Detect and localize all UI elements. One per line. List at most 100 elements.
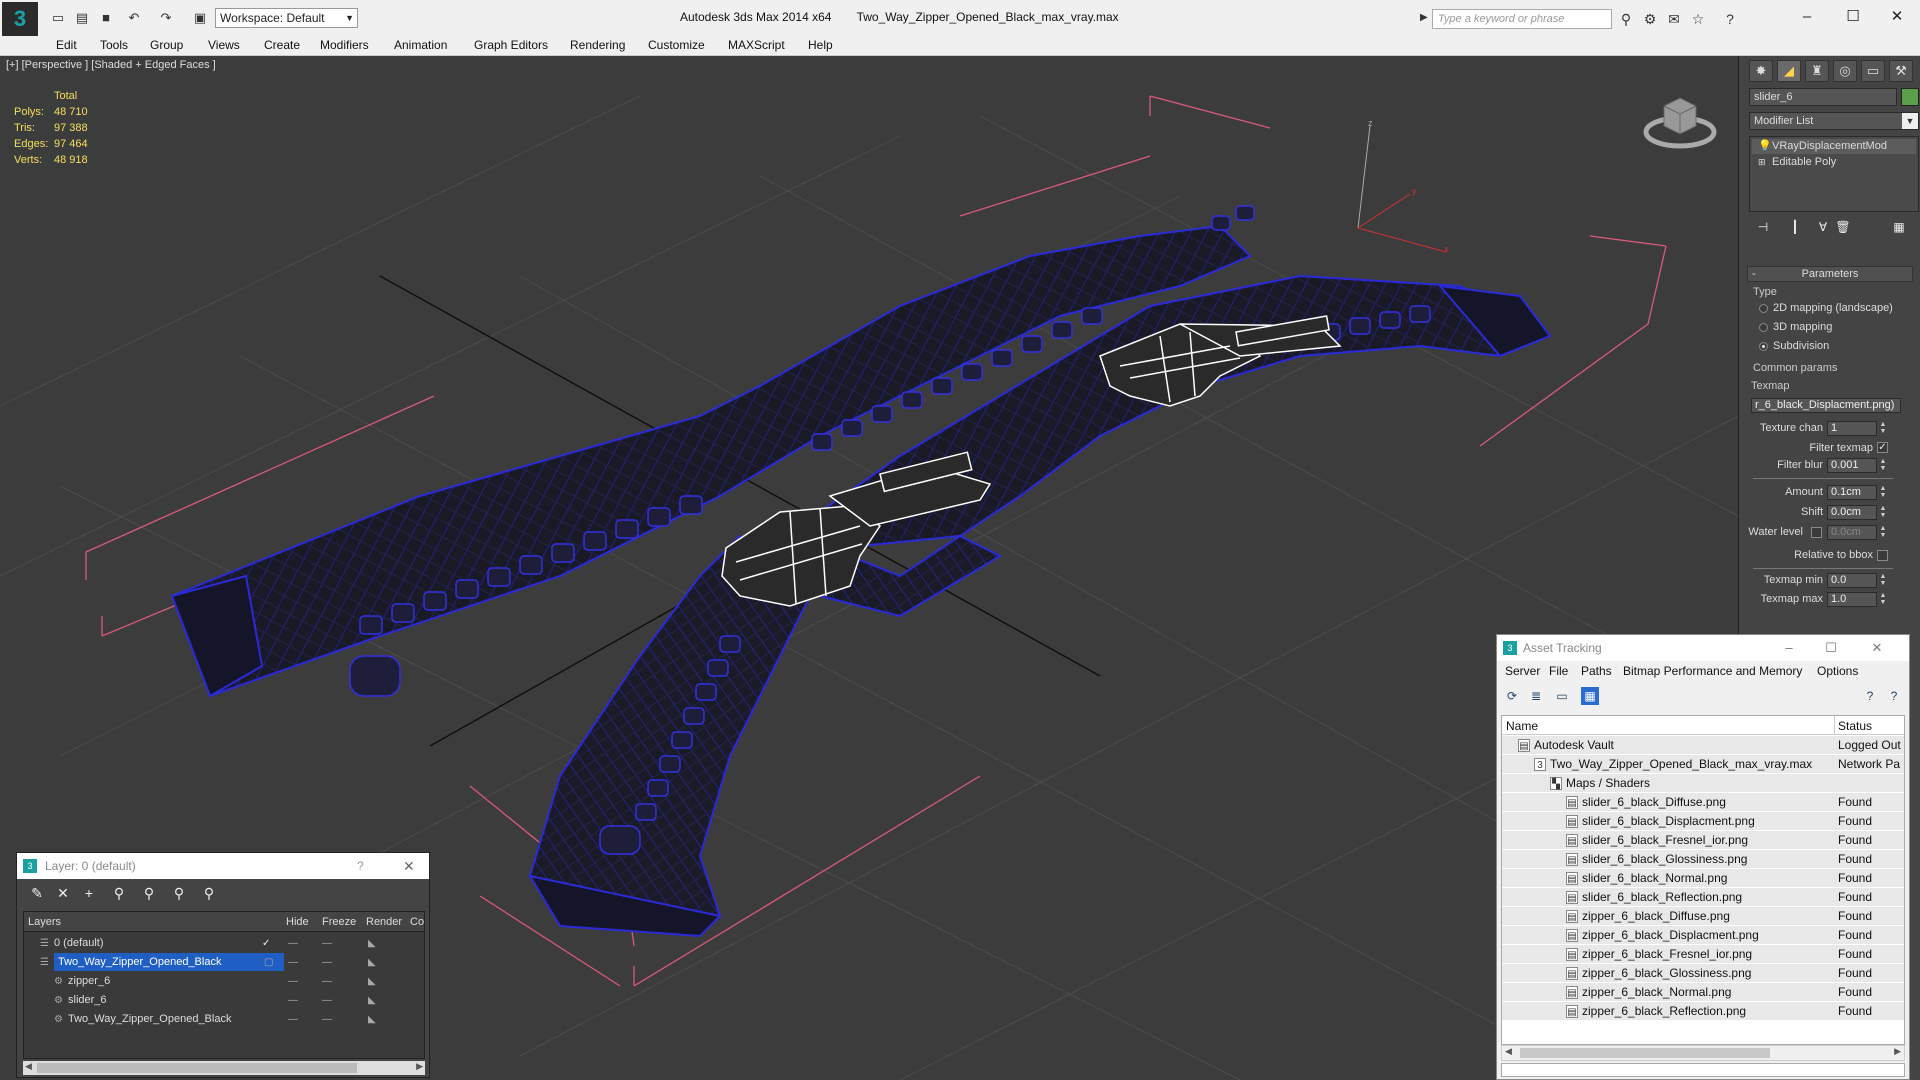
menu-group[interactable]: Group <box>150 38 183 52</box>
stack-item-editable-poly[interactable]: ⊞ Editable Poly <box>1752 155 1916 170</box>
freeze-all-icon[interactable]: ⚲ <box>199 884 219 902</box>
expand-plus-icon[interactable]: ⊞ <box>1758 155 1766 170</box>
water-level-input[interactable]: 0.0cm <box>1827 525 1877 540</box>
asset-row[interactable]: ▤ zipper_6_black_Displacment.png Found <box>1502 926 1904 945</box>
menu-maxscript[interactable]: MAXScript <box>728 38 785 52</box>
scroll-left-icon[interactable]: ◀ <box>25 1061 32 1072</box>
search-expand-icon[interactable]: ▶ <box>1420 12 1428 23</box>
asset-row[interactable]: ▚ Maps / Shaders <box>1502 774 1904 793</box>
add-to-layer-icon[interactable]: + <box>79 884 99 902</box>
utilities-tab-icon[interactable]: ⚒ <box>1889 60 1913 82</box>
scroll-right-icon[interactable]: ▶ <box>1894 1046 1901 1057</box>
hide-toggle-icon[interactable]: — <box>288 991 298 1010</box>
binoculars-icon[interactable]: ⚲ <box>1616 9 1636 29</box>
horizontal-scrollbar[interactable]: ◀ ▶ <box>1501 1045 1905 1061</box>
workspace-dropdown[interactable]: Workspace: Default ▼ <box>215 8 358 28</box>
menu-modifiers[interactable]: Modifiers <box>320 38 369 52</box>
create-tab-icon[interactable]: ✸ <box>1749 60 1773 82</box>
lightbulb-icon[interactable]: 💡 <box>1758 139 1772 154</box>
subscription-icon[interactable]: ⚙ <box>1640 9 1660 29</box>
hide-all-icon[interactable]: ⚲ <box>169 884 189 902</box>
menu-server[interactable]: Server <box>1505 664 1540 678</box>
spinner-icon[interactable]: ▲ ▼ <box>1879 505 1887 520</box>
new-layer-icon[interactable]: ✎ <box>27 884 47 902</box>
render-toggle-icon[interactable]: ◣ <box>368 934 376 953</box>
menu-create[interactable]: Create <box>264 38 300 52</box>
stack-item-vraydisplacement[interactable]: 💡 VRayDisplacementMod <box>1752 139 1916 154</box>
open-file-icon[interactable]: ▤ <box>72 9 92 27</box>
table-view-icon[interactable]: ▦ <box>1581 687 1599 705</box>
shift-input[interactable]: 0.0cm <box>1827 505 1877 520</box>
help-button[interactable]: ? <box>357 853 364 879</box>
render-toggle-icon[interactable]: ◣ <box>368 1010 376 1029</box>
asset-row[interactable]: ▤ slider_6_black_Normal.png Found <box>1502 869 1904 888</box>
redo-icon[interactable]: ↷ <box>156 9 176 27</box>
menu-options[interactable]: Options <box>1817 664 1858 678</box>
close-button[interactable]: ✕ <box>1857 635 1897 661</box>
search-input[interactable]: Type a keyword or phrase <box>1432 9 1612 29</box>
asset-tracking-titlebar[interactable]: 3 Asset Tracking – ☐ ✕ <box>1497 635 1909 661</box>
asset-row[interactable]: ▤ zipper_6_black_Diffuse.png Found <box>1502 907 1904 926</box>
show-end-result-icon[interactable]: ┃ <box>1785 220 1805 238</box>
radio-subdivision[interactable]: Subdivision <box>1757 340 1829 352</box>
menu-tools[interactable]: Tools <box>100 38 128 52</box>
scroll-right-icon[interactable]: ▶ <box>416 1061 423 1072</box>
make-unique-icon[interactable]: ∀ <box>1813 220 1833 238</box>
menu-edit[interactable]: Edit <box>56 38 77 52</box>
freeze-toggle-icon[interactable]: — <box>322 972 332 991</box>
asset-row[interactable]: ▤ slider_6_black_Displacment.png Found <box>1502 812 1904 831</box>
current-layer-check-icon[interactable]: ✓ <box>262 934 270 953</box>
undo-icon[interactable]: ↶ <box>124 9 144 27</box>
column-status-header[interactable]: Status <box>1838 719 1872 733</box>
layer-row[interactable]: ⚙ slider_6 — — ◣ <box>24 991 424 1010</box>
parameters-rollout-header[interactable]: - Parameters <box>1747 266 1913 282</box>
asset-row[interactable]: ▤ slider_6_black_Diffuse.png Found <box>1502 793 1904 812</box>
hierarchy-tab-icon[interactable]: ♜ <box>1805 60 1829 82</box>
layer-manager-titlebar[interactable]: 3 Layer: 0 (default) ? ✕ <box>17 853 429 879</box>
list-view-icon[interactable]: ≣ <box>1527 687 1545 705</box>
configure-modifier-sets-icon[interactable]: ▦ <box>1889 220 1909 238</box>
object-name-field[interactable]: slider_6 <box>1749 88 1897 106</box>
freeze-toggle-icon[interactable]: — <box>322 991 332 1010</box>
column-layers-header[interactable]: Layers <box>28 916 61 928</box>
asset-row[interactable]: ▤ zipper_6_black_Glossiness.png Found <box>1502 964 1904 983</box>
relative-bbox-checkbox[interactable] <box>1877 550 1888 561</box>
column-render-header[interactable]: Render <box>366 916 402 928</box>
pin-stack-icon[interactable]: ⊣ <box>1753 220 1773 238</box>
hide-toggle-icon[interactable]: — <box>288 953 298 972</box>
remove-modifier-icon[interactable]: 🗑 <box>1833 220 1853 238</box>
menu-graph-editors[interactable]: Graph Editors <box>474 38 548 52</box>
texmap-button[interactable]: r_6_black_Displacment.png) <box>1751 398 1901 413</box>
thumbnail-view-icon[interactable]: ▭ <box>1553 687 1571 705</box>
column-freeze-header[interactable]: Freeze <box>322 916 356 928</box>
layer-row[interactable]: ☰ Two_Way_Zipper_Opened_Black ▢ — — ◣ <box>24 953 424 972</box>
help-filter-icon[interactable]: ? <box>1885 687 1903 705</box>
freeze-toggle-icon[interactable]: — <box>322 953 332 972</box>
project-folder-icon[interactable]: ▣ <box>190 9 210 27</box>
modifier-list-dropdown[interactable]: Modifier List ▼ <box>1749 112 1919 130</box>
column-hide-header[interactable]: Hide <box>286 916 309 928</box>
render-toggle-icon[interactable]: ◣ <box>368 972 376 991</box>
menu-rendering[interactable]: Rendering <box>570 38 625 52</box>
spinner-icon[interactable]: ▲ ▼ <box>1879 485 1887 500</box>
asset-row[interactable]: ▤ zipper_6_black_Normal.png Found <box>1502 983 1904 1002</box>
spinner-icon[interactable]: ▲ ▼ <box>1879 592 1887 607</box>
help-icon[interactable]: ? <box>1720 9 1740 29</box>
minimize-button[interactable]: – <box>1784 4 1830 30</box>
display-tab-icon[interactable]: ▭ <box>1861 60 1885 82</box>
modify-tab-icon[interactable]: ◢ <box>1777 60 1801 82</box>
app-logo-icon[interactable]: 3 <box>2 2 38 38</box>
close-button[interactable]: ✕ <box>403 853 415 879</box>
save-file-icon[interactable]: ■ <box>96 9 116 27</box>
layer-row[interactable]: ☰ 0 (default) ✓ — — ◣ <box>24 934 424 953</box>
menu-views[interactable]: Views <box>208 38 240 52</box>
highlight-layer-icon[interactable]: ⚲ <box>139 884 159 902</box>
column-color-header[interactable]: Co <box>410 916 424 928</box>
amount-input[interactable]: 0.1cm <box>1827 485 1877 500</box>
maximize-button[interactable]: ☐ <box>1830 4 1876 30</box>
asset-row[interactable]: 3 Two_Way_Zipper_Opened_Black_max_vray.ma… <box>1502 755 1904 774</box>
spinner-icon[interactable]: ▲ ▼ <box>1879 525 1887 540</box>
menu-help[interactable]: Help <box>808 38 833 52</box>
asset-row[interactable]: ▤ slider_6_black_Reflection.png Found <box>1502 888 1904 907</box>
asset-row[interactable]: ▤ slider_6_black_Glossiness.png Found <box>1502 850 1904 869</box>
